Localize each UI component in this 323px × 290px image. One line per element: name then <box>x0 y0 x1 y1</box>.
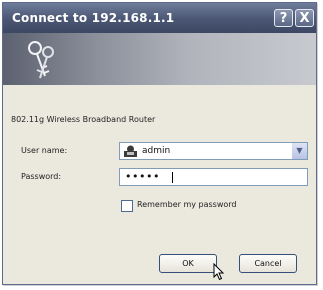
ok-button[interactable]: OK <box>159 254 217 273</box>
username-label: User name: <box>21 146 67 155</box>
keys-icon <box>28 41 54 79</box>
help-button[interactable]: ? <box>274 9 293 27</box>
text-caret <box>172 172 173 183</box>
user-icon <box>124 145 137 157</box>
checkbox-box[interactable] <box>121 200 133 212</box>
dialog-banner <box>3 33 316 85</box>
password-field[interactable]: ••••• <box>119 168 308 186</box>
login-dialog: Connect to 192.168.1.1 ? X 802.11g Wirel… <box>2 2 317 285</box>
username-combobox[interactable]: admin ▼ <box>119 142 308 160</box>
mouse-cursor-icon <box>213 263 225 281</box>
chevron-down-icon[interactable]: ▼ <box>292 143 307 159</box>
username-label-text: User name: <box>21 146 68 155</box>
window-title: Connect to 192.168.1.1 <box>12 11 175 25</box>
cancel-button[interactable]: Cancel <box>239 254 297 273</box>
password-label: Password: <box>21 172 61 181</box>
dialog-description: 802.11g Wireless Broadband Router <box>11 115 156 124</box>
password-value: ••••• <box>125 170 160 183</box>
remember-password-label[interactable]: Remember my password <box>137 200 237 209</box>
title-bar[interactable]: Connect to 192.168.1.1 ? X <box>3 3 316 33</box>
close-button[interactable]: X <box>295 9 314 27</box>
username-value: admin <box>142 146 171 156</box>
password-label-text: Password: <box>21 172 62 181</box>
